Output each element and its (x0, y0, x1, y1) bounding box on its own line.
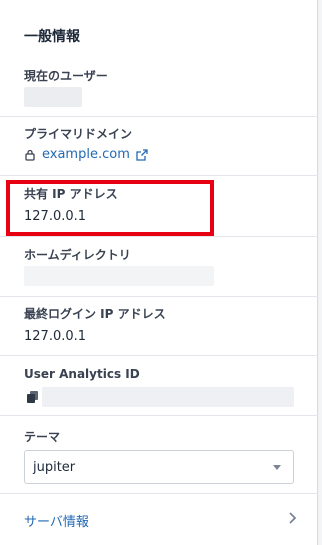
home-directory-label: ホームディレクトリ (24, 248, 131, 262)
theme-select[interactable]: jupiter (24, 450, 294, 484)
chevron-down-icon (273, 465, 281, 470)
last-login-ip-label: 最終ログイン IP アドレス (24, 307, 166, 321)
last-login-ip-value: 127.0.0.1 (24, 329, 87, 344)
user-analytics-value-redacted (42, 387, 294, 407)
user-analytics-label: User Analytics ID (24, 367, 140, 381)
theme-label: テーマ (24, 430, 61, 444)
copy-icon[interactable] (27, 391, 38, 403)
divider (0, 415, 318, 416)
divider (0, 236, 318, 237)
divider (0, 355, 318, 356)
primary-domain-link[interactable]: example.com (24, 147, 148, 162)
theme-selected-value: jupiter (33, 460, 76, 475)
panel-title: 一般情報 (24, 29, 80, 45)
primary-domain-value[interactable]: example.com (42, 147, 130, 162)
current-user-value-redacted (24, 87, 82, 107)
home-directory-value-redacted (24, 266, 214, 286)
chevron-right-icon[interactable] (288, 511, 298, 525)
lock-icon (25, 149, 35, 161)
general-info-panel: 一般情報 現在のユーザー プライマリドメイン example.com 共有 IP… (0, 0, 318, 545)
primary-domain-label: プライマリドメイン (24, 127, 133, 141)
divider (0, 296, 318, 297)
divider (0, 175, 318, 176)
highlight-annotation-box (6, 180, 214, 236)
server-info-link[interactable]: サーバ情報 (24, 511, 89, 530)
divider (0, 493, 318, 494)
external-link-icon[interactable] (136, 148, 148, 161)
current-user-label: 現在のユーザー (24, 69, 108, 83)
divider (0, 116, 318, 117)
